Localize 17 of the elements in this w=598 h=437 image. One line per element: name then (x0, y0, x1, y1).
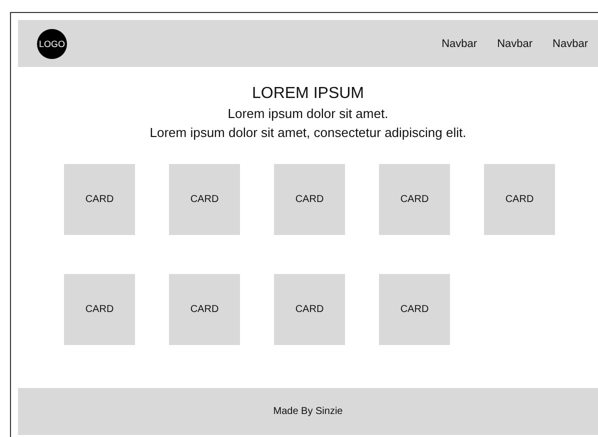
card: CARD (484, 164, 555, 235)
card: CARD (169, 274, 240, 345)
subtitle: Lorem ipsum dolor sit amet. (228, 105, 388, 123)
card: CARD (64, 274, 135, 345)
card: CARD (169, 164, 240, 235)
description: Lorem ipsum dolor sit amet, consectetur adipiscing elit. (150, 124, 466, 142)
card: CARD (274, 164, 345, 235)
card: CARD (379, 164, 450, 235)
card: CARD (379, 274, 450, 345)
nav-link[interactable]: Navbar (442, 38, 478, 50)
footer-text: Made By Sinzie (273, 406, 343, 417)
logo[interactable]: LOGO (37, 28, 67, 58)
page-title: LOREM IPSUM (252, 84, 364, 104)
nav-link[interactable]: Navbar (552, 38, 588, 50)
card: CARD (64, 164, 135, 235)
card: CARD (274, 274, 345, 345)
nav-link[interactable]: Navbar (497, 38, 533, 50)
